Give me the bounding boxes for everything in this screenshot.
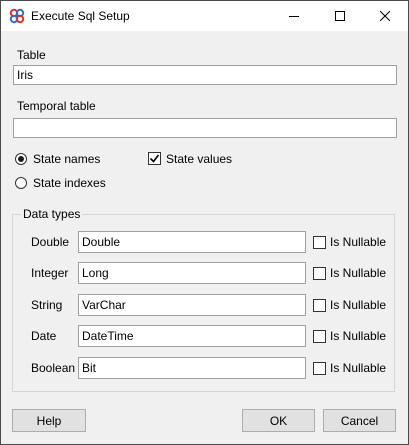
sql-type-input[interactable] [78,325,306,347]
data-types-title: Data types [21,207,83,221]
nullable-label[interactable]: Is Nullable [330,361,386,375]
ok-button[interactable]: OK [242,409,315,432]
table-label: Table [17,48,46,62]
close-button[interactable] [362,1,408,31]
nullable-label[interactable]: Is Nullable [330,266,386,280]
temporal-table-input[interactable] [13,118,397,138]
title-bar[interactable]: Execute Sql Setup [1,1,408,31]
type-label: String [31,298,63,312]
minimize-icon [289,16,299,17]
table-input[interactable] [13,65,397,85]
checkmark-icon [149,154,160,163]
sql-type-input[interactable] [78,262,306,284]
state-names-radio[interactable] [15,153,27,165]
sql-type-input[interactable] [78,357,306,379]
sql-type-input[interactable] [78,294,306,316]
app-icon [9,8,25,24]
nullable-checkbox[interactable] [313,236,326,249]
nullable-label[interactable]: Is Nullable [330,235,386,249]
state-names-label[interactable]: State names [33,152,100,166]
maximize-button[interactable] [317,1,363,31]
close-icon [380,11,390,21]
cancel-button[interactable]: Cancel [323,409,396,432]
dialog-window: Execute Sql Setup Table Temporal table S… [0,0,409,445]
type-label: Integer [31,266,69,280]
sql-type-input[interactable] [78,231,306,253]
state-values-checkbox[interactable] [148,152,161,165]
help-button[interactable]: Help [12,409,86,432]
state-indexes-radio[interactable] [15,177,27,189]
minimize-button[interactable] [271,1,317,31]
radio-selected-dot [18,156,24,162]
nullable-checkbox[interactable] [313,362,326,375]
nullable-label[interactable]: Is Nullable [330,329,386,343]
type-label: Date [31,329,57,343]
state-values-label[interactable]: State values [166,152,232,166]
state-indexes-label[interactable]: State indexes [33,176,106,190]
type-label: Boolean [31,361,76,375]
maximize-icon [335,11,345,21]
type-label: Double [31,235,70,249]
nullable-checkbox[interactable] [313,267,326,280]
nullable-label[interactable]: Is Nullable [330,298,386,312]
nullable-checkbox[interactable] [313,330,326,343]
nullable-checkbox[interactable] [313,299,326,312]
window-title: Execute Sql Setup [31,9,130,23]
temporal-table-label: Temporal table [17,99,96,113]
